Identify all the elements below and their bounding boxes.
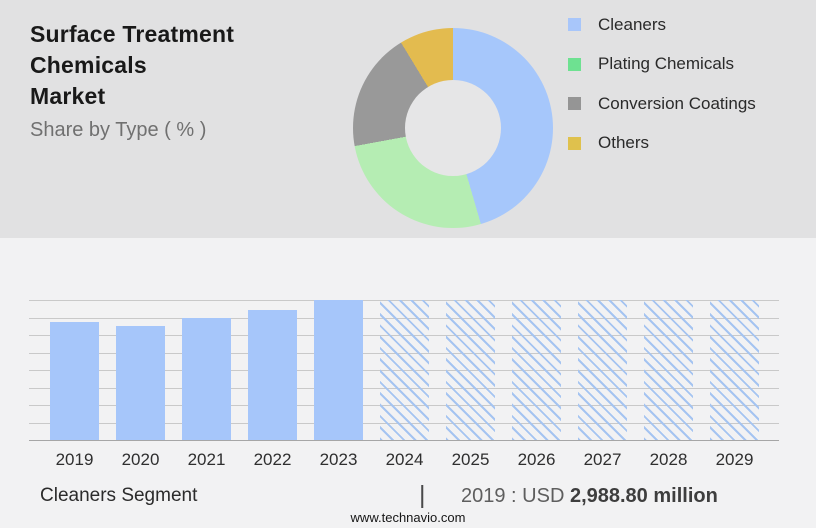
bar-forecast-2028[interactable] [644,300,693,440]
share-by-type-panel: Surface Treatment Chemicals Market Share… [0,0,816,238]
x-axis-label-2024: 2024 [385,450,424,469]
website-link[interactable]: www.technavio.com [0,510,816,525]
x-axis-label-2019: 2019 [55,450,94,469]
bar-forecast-2027[interactable] [578,300,627,440]
legend-swatch [568,136,581,150]
x-axis-label-2028: 2028 [649,450,688,469]
x-axis-label-2021: 2021 [187,450,226,469]
x-axis-line [29,440,779,441]
chart-subtitle: Share by Type ( % ) [30,119,207,141]
bar-2022[interactable] [248,309,297,440]
legend-item-cleaners[interactable]: Cleaners [568,12,756,37]
bar-forecast-2025[interactable] [446,300,495,440]
bar-chart-panel: 2019 2020 2021 2022 2023 2024 2025 2026 2027 2028… [0,238,816,528]
legend-label: Cleaners [598,14,667,34]
header-block: Surface Treatment Chemicals Market Share… [30,19,350,142]
legend-label: Others [598,133,650,152]
legend-label: Plating Chemicals [598,54,735,73]
legend-swatch [568,18,581,31]
legend-item-conversion-coatings[interactable]: Conversion Coatings [568,91,756,116]
x-axis-label-2020: 2020 [121,450,160,469]
x-axis-label-2027: 2027 [583,450,622,469]
x-axis-label-2022: 2022 [253,450,292,469]
value-amount: 2,988.80 million [569,485,718,507]
separator-bar: | [419,481,426,509]
donut-chart[interactable] [353,28,553,228]
page-title-line1: Surface Treatment Chemicals [30,21,235,78]
bar-forecast-2024[interactable] [380,300,429,440]
x-axis: 2019 2020 2021 2022 2023 2024 2025 2026 2027 2028… [29,450,779,472]
infographic-root: Surface Treatment Chemicals Market Share… [0,0,816,528]
bar-2019[interactable] [50,321,99,440]
bar-forecast-2029[interactable] [710,300,759,440]
bar-forecast-2026[interactable] [512,300,561,440]
x-axis-label-2025: 2025 [451,450,490,469]
page-title-line2: Market [30,83,106,109]
bar-2023[interactable] [314,300,363,440]
bar-chart [29,300,779,441]
x-axis-label-2029: 2029 [715,450,754,469]
legend-item-others[interactable]: Others [568,131,756,156]
segment-label: Cleaners Segment [40,485,198,506]
legend-swatch [568,57,581,71]
segment-value: 2019 : USD 2,988.80 million [461,485,718,508]
x-axis-label-2026: 2026 [517,450,556,469]
bar-2021[interactable] [182,317,231,440]
donut-legend: Cleaners Plating Chemicals Conversion Coat… [568,12,756,170]
legend-swatch [568,97,581,110]
legend-label: Conversion Coatings [598,93,756,113]
legend-item-plating-chemicals[interactable]: Plating Chemicals [568,52,756,77]
x-axis-label-2023: 2023 [319,450,358,469]
value-prefix: 2019 : USD [461,485,565,507]
bar-2020[interactable] [116,326,165,440]
donut-hole [405,80,501,176]
